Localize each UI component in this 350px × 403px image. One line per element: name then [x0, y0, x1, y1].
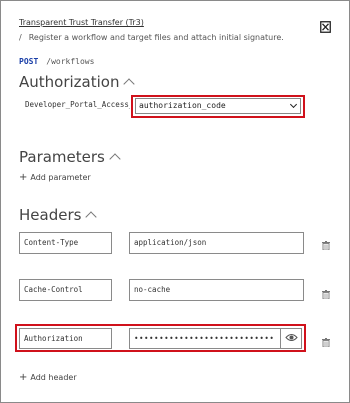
- endpoint-path: /workflows: [46, 57, 95, 66]
- plus-icon: +: [19, 372, 28, 383]
- http-method: POST: [19, 57, 39, 66]
- endpoint-description: Register a workflow and target files and…: [28, 33, 284, 42]
- authorization-title: Authorization: [19, 73, 120, 91]
- header-value-input[interactable]: application/json: [129, 232, 304, 254]
- add-parameter-label: Add parameter: [30, 173, 91, 182]
- header-value-input[interactable]: no-cache: [129, 279, 304, 301]
- trash-icon[interactable]: [322, 290, 330, 299]
- close-button[interactable]: [320, 18, 331, 33]
- auth-scheme-label: Developer_Portal_Access_Tr3: [25, 100, 130, 109]
- close-icon: [320, 21, 331, 33]
- auth-flow-value: authorization_code: [139, 101, 226, 110]
- breadcrumb-link[interactable]: Transparent Trust Transfer (Tr3): [19, 18, 144, 27]
- header-name-input[interactable]: Authorization: [19, 328, 112, 349]
- chevron-down-icon: [289, 100, 298, 109]
- request-panel: Transparent Trust Transfer (Tr3) / Regist…: [0, 0, 350, 403]
- parameters-section-title: Parameters: [19, 148, 121, 166]
- add-parameter-button[interactable]: + Add parameter: [19, 172, 91, 183]
- plus-icon: +: [19, 172, 28, 183]
- auth-flow-select[interactable]: authorization_code: [135, 98, 301, 114]
- header-value-password-input[interactable]: ••••••••••••••••••••••••••••: [129, 328, 302, 349]
- trash-icon[interactable]: [322, 338, 330, 347]
- headers-section-title: Headers: [19, 206, 98, 224]
- header-name-input[interactable]: Cache-Control: [19, 279, 112, 301]
- chevron-up-icon[interactable]: [123, 78, 136, 90]
- breadcrumb-separator: /: [19, 33, 22, 42]
- parameters-title: Parameters: [19, 148, 105, 166]
- eye-icon: [285, 334, 298, 341]
- trash-icon[interactable]: [322, 241, 330, 250]
- add-header-button[interactable]: + Add header: [19, 372, 77, 383]
- breadcrumb-description: / Register a workflow and target files an…: [19, 33, 284, 42]
- chevron-up-icon[interactable]: [85, 211, 98, 223]
- chevron-up-icon[interactable]: [109, 153, 121, 165]
- endpoint-line: POST/workflows: [19, 57, 94, 66]
- toggle-visibility-button[interactable]: [280, 328, 302, 349]
- authorization-section-title: Authorization: [19, 73, 136, 91]
- add-header-label: Add header: [30, 373, 77, 382]
- header-name-input[interactable]: Content-Type: [19, 232, 112, 254]
- headers-title: Headers: [19, 206, 82, 224]
